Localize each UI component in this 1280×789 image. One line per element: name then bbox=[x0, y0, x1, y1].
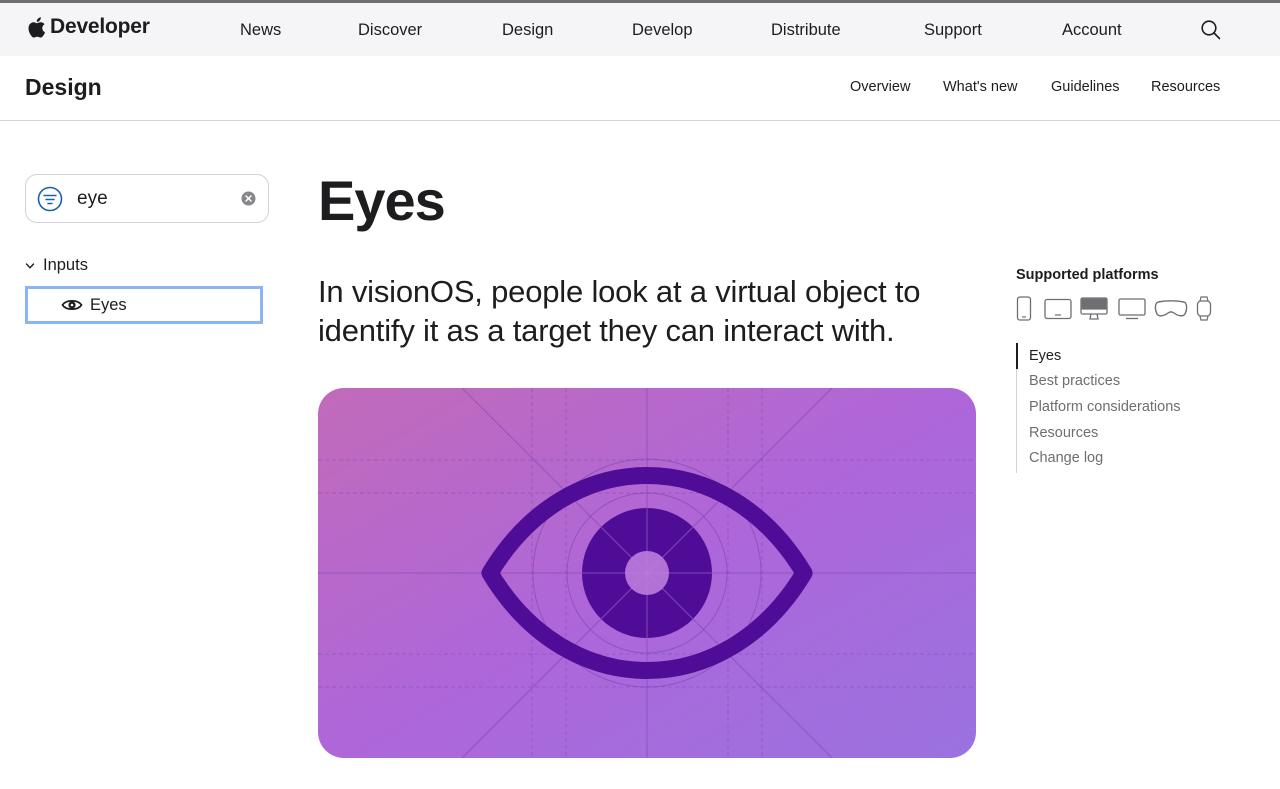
supported-platforms-title: Supported platforms bbox=[1016, 267, 1159, 283]
nav-account[interactable]: Account bbox=[1062, 21, 1122, 40]
eye-icon bbox=[318, 388, 976, 758]
page-title: Eyes bbox=[318, 169, 446, 232]
toc-item-resources[interactable]: Resources bbox=[1029, 425, 1098, 441]
global-nav: Developer News Discover Design Develop D… bbox=[0, 0, 1280, 56]
ipad-icon[interactable] bbox=[1044, 298, 1080, 325]
localnav-whats-new[interactable]: What's new bbox=[943, 79, 1018, 95]
localnav-overview[interactable]: Overview bbox=[850, 79, 910, 95]
nav-discover[interactable]: Discover bbox=[358, 21, 422, 40]
watch-icon[interactable] bbox=[1196, 296, 1214, 326]
tv-icon[interactable] bbox=[1118, 297, 1154, 325]
abstract-line-2: identify it as a target they can interac… bbox=[318, 313, 895, 348]
nav-news[interactable]: News bbox=[240, 21, 281, 40]
table-of-contents: Eyes Best practices Platform considerati… bbox=[1016, 343, 1181, 473]
sidebar-item-label: Eyes bbox=[90, 295, 127, 314]
localnav-guidelines[interactable]: Guidelines bbox=[1051, 79, 1120, 95]
toc-item-platform-considerations[interactable]: Platform considerations bbox=[1029, 399, 1181, 415]
filter-input[interactable]: eye bbox=[25, 174, 269, 223]
abstract-line-1: In visionOS, people look at a virtual ob… bbox=[318, 274, 921, 309]
local-nav: Design Overview What's new Guidelines Re… bbox=[0, 56, 1280, 121]
developer-wordmark: Developer bbox=[50, 15, 150, 38]
mac-icon[interactable] bbox=[1080, 296, 1118, 326]
toc-active-marker bbox=[1016, 343, 1018, 369]
toc-item-best-practices[interactable]: Best practices bbox=[1029, 373, 1120, 389]
clear-filter-icon[interactable] bbox=[241, 191, 256, 211]
nav-distribute[interactable]: Distribute bbox=[771, 21, 841, 40]
filter-icon bbox=[37, 186, 63, 217]
chevron-down-icon bbox=[25, 262, 35, 269]
nav-design[interactable]: Design bbox=[502, 21, 553, 40]
section-title[interactable]: Design bbox=[25, 74, 102, 101]
sidebar-group-label: Inputs bbox=[43, 256, 88, 274]
apple-logo-icon bbox=[28, 16, 45, 38]
sidebar-group-inputs[interactable]: Inputs bbox=[24, 256, 88, 275]
search-icon[interactable] bbox=[1200, 19, 1222, 46]
toc-item-change-log[interactable]: Change log bbox=[1029, 450, 1103, 466]
developer-home-link[interactable]: Developer bbox=[26, 15, 150, 39]
localnav-resources[interactable]: Resources bbox=[1151, 79, 1220, 95]
filter-value[interactable]: eye bbox=[77, 188, 108, 210]
vision-pro-icon[interactable] bbox=[1154, 299, 1196, 323]
nav-support[interactable]: Support bbox=[924, 21, 982, 40]
page-abstract: In visionOS, people look at a virtual ob… bbox=[318, 272, 998, 350]
platform-icons bbox=[1016, 296, 1214, 326]
sidebar-item-eyes[interactable]: Eyes bbox=[25, 286, 263, 324]
toc-item-eyes[interactable]: Eyes bbox=[1029, 348, 1061, 364]
iphone-icon[interactable] bbox=[1016, 296, 1034, 326]
hero-image bbox=[318, 388, 976, 758]
nav-develop[interactable]: Develop bbox=[632, 21, 693, 40]
eye-icon bbox=[61, 300, 83, 310]
